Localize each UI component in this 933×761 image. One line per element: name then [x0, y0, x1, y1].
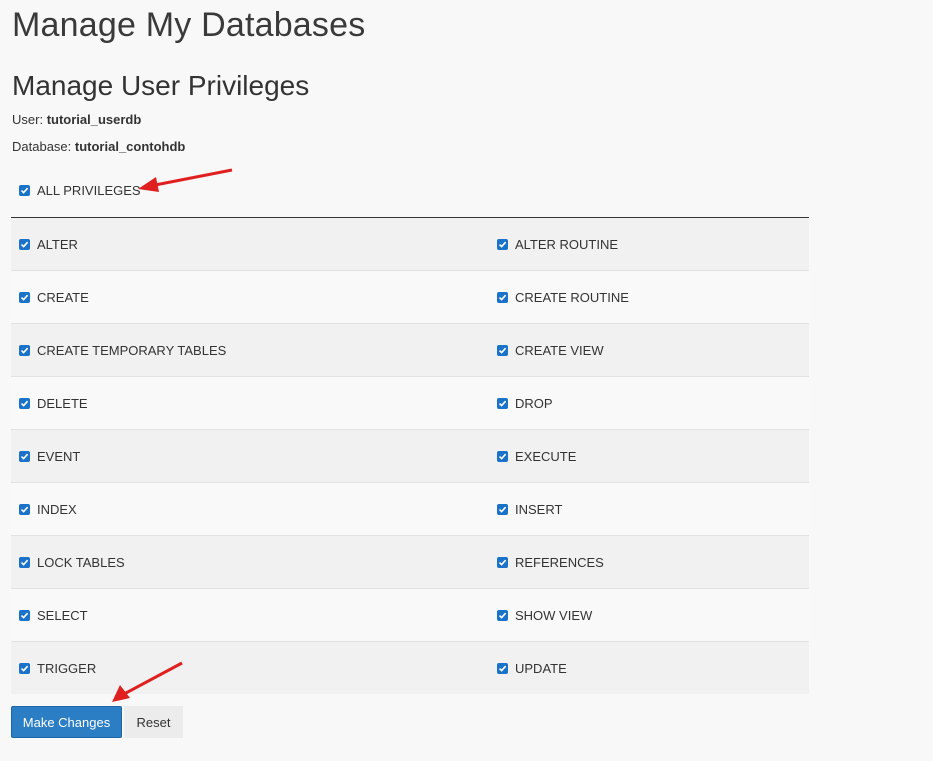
privilege-row: CREATE CREATE ROUTINE	[11, 271, 809, 324]
privilege-option[interactable]: INDEX	[11, 502, 489, 517]
privilege-checkbox[interactable]	[19, 238, 30, 250]
privilege-label: INDEX	[37, 501, 77, 517]
privilege-option[interactable]: SHOW VIEW	[489, 608, 592, 623]
privilege-checkbox[interactable]	[19, 662, 30, 674]
privilege-option[interactable]: ALTER ROUTINE	[489, 237, 618, 252]
privilege-option[interactable]: EVENT	[11, 449, 489, 464]
privilege-checkbox[interactable]	[19, 609, 30, 621]
privilege-label: INSERT	[515, 501, 563, 517]
all-privileges-label: ALL PRIVILEGES	[37, 183, 141, 198]
privilege-label: CREATE ROUTINE	[515, 289, 629, 305]
privilege-checkbox[interactable]	[497, 556, 508, 568]
privilege-checkbox[interactable]	[497, 662, 508, 674]
privilege-option[interactable]: CREATE VIEW	[489, 343, 604, 358]
privilege-checkbox[interactable]	[19, 503, 30, 515]
privilege-option[interactable]: UPDATE	[489, 661, 567, 676]
privilege-label: REFERENCES	[515, 554, 604, 570]
privilege-checkbox[interactable]	[19, 291, 30, 303]
privilege-label: LOCK TABLES	[37, 554, 125, 570]
user-value: tutorial_userdb	[46, 112, 142, 127]
privilege-label: CREATE	[37, 289, 89, 305]
privilege-option[interactable]: LOCK TABLES	[11, 555, 489, 570]
privilege-label: ALTER	[37, 236, 78, 252]
annotation-arrow-icon	[112, 661, 183, 702]
privileges-table: ALTER ALTER ROUTINE CREATE CREATE ROUTINE CR…	[11, 217, 809, 694]
all-privileges-checkbox[interactable]	[19, 185, 30, 196]
privilege-option[interactable]: EXECUTE	[489, 449, 576, 464]
user-line: User: tutorial_userdb	[12, 112, 141, 127]
privilege-row: INDEX INSERT	[11, 483, 809, 536]
section-title: Manage User Privileges	[12, 70, 310, 101]
page-title: Manage My Databases	[12, 6, 366, 44]
privilege-option[interactable]: CREATE ROUTINE	[489, 290, 629, 305]
privilege-checkbox[interactable]	[19, 556, 30, 568]
privilege-row: CREATE TEMPORARY TABLES CREATE VIEW	[11, 324, 809, 377]
privilege-label: EVENT	[37, 448, 81, 464]
privilege-label: SHOW VIEW	[515, 607, 593, 623]
privilege-label: TRIGGER	[37, 660, 97, 676]
privilege-label: CREATE VIEW	[515, 342, 604, 358]
privilege-option[interactable]: ALTER	[11, 237, 489, 252]
privilege-row: SELECT SHOW VIEW	[11, 589, 809, 642]
privilege-row: EVENT EXECUTE	[11, 430, 809, 483]
privilege-checkbox[interactable]	[19, 344, 30, 356]
reset-button[interactable]: Reset	[124, 706, 183, 738]
privilege-checkbox[interactable]	[497, 503, 508, 515]
database-label: Database:	[12, 139, 72, 154]
privilege-checkbox[interactable]	[497, 450, 508, 462]
database-value: tutorial_contohdb	[74, 139, 186, 154]
privilege-checkbox[interactable]	[19, 450, 30, 462]
privilege-option[interactable]: DROP	[489, 396, 553, 411]
privilege-option[interactable]: INSERT	[489, 502, 562, 517]
privilege-checkbox[interactable]	[19, 397, 30, 409]
privilege-option[interactable]: CREATE	[11, 290, 489, 305]
privilege-checkbox[interactable]	[497, 344, 508, 356]
privilege-row: DELETE DROP	[11, 377, 809, 430]
privilege-label: DROP	[515, 395, 553, 411]
all-privileges-option[interactable]: ALL PRIVILEGES	[19, 183, 141, 198]
privilege-checkbox[interactable]	[497, 609, 508, 621]
privilege-label: SELECT	[37, 607, 88, 623]
privilege-option[interactable]: TRIGGER	[11, 661, 489, 676]
make-changes-button[interactable]: Make Changes	[11, 706, 122, 738]
privilege-label: ALTER ROUTINE	[515, 236, 619, 252]
privilege-option[interactable]: REFERENCES	[489, 555, 604, 570]
privilege-label: CREATE TEMPORARY TABLES	[37, 342, 227, 358]
annotation-arrow-icon	[138, 168, 233, 192]
database-line: Database: tutorial_contohdb	[12, 139, 185, 154]
page: Manage My Databases Manage User Privileg…	[0, 0, 933, 761]
privilege-row: LOCK TABLES REFERENCES	[11, 536, 809, 589]
privilege-label: DELETE	[37, 395, 88, 411]
privilege-label: UPDATE	[515, 660, 567, 676]
privilege-checkbox[interactable]	[497, 291, 508, 303]
privilege-row: ALTER ALTER ROUTINE	[11, 218, 809, 271]
privilege-option[interactable]: SELECT	[11, 608, 489, 623]
privilege-option[interactable]: DELETE	[11, 396, 489, 411]
privilege-label: EXECUTE	[515, 448, 577, 464]
privilege-checkbox[interactable]	[497, 397, 508, 409]
user-label: User:	[12, 112, 44, 127]
privilege-option[interactable]: CREATE TEMPORARY TABLES	[11, 343, 489, 358]
privilege-checkbox[interactable]	[497, 238, 508, 250]
